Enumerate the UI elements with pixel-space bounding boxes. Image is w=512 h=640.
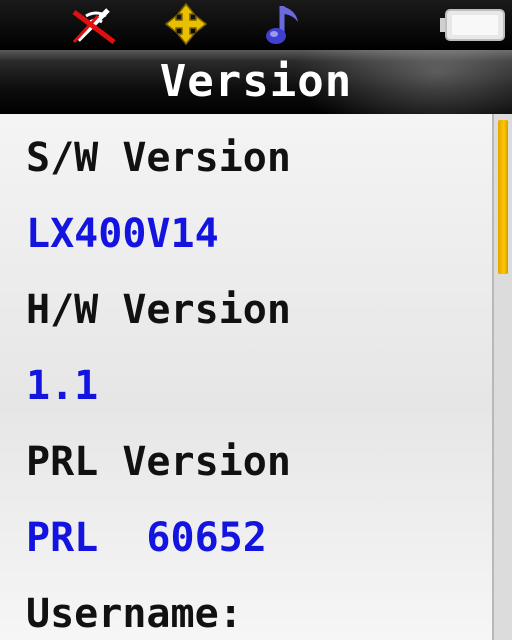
sw-version-value: LX400V14 [26, 211, 219, 257]
page-title: Version [159, 56, 353, 107]
prl-version-label: PRL Version [26, 439, 291, 485]
hw-version-label: H/W Version [26, 287, 291, 333]
no-signal-icon [68, 2, 122, 48]
status-bar [0, 0, 512, 50]
sw-version-label: S/W Version [26, 135, 291, 181]
scrollbar-thumb[interactable] [498, 120, 508, 274]
prl-version-value: PRL 60652 [26, 515, 267, 561]
battery-icon [438, 2, 508, 48]
roaming-icon [162, 2, 210, 48]
title-bar: Version [0, 50, 512, 114]
username-label: Username: [26, 591, 243, 637]
phone-screen: Version S/W Version LX400V14 H/W Version… [0, 0, 512, 640]
version-info-list: S/W Version LX400V14 H/W Version 1.1 PRL… [0, 114, 492, 640]
hw-version-value: 1.1 [26, 363, 99, 409]
scrollbar[interactable] [492, 114, 512, 640]
music-note-icon [262, 2, 308, 48]
